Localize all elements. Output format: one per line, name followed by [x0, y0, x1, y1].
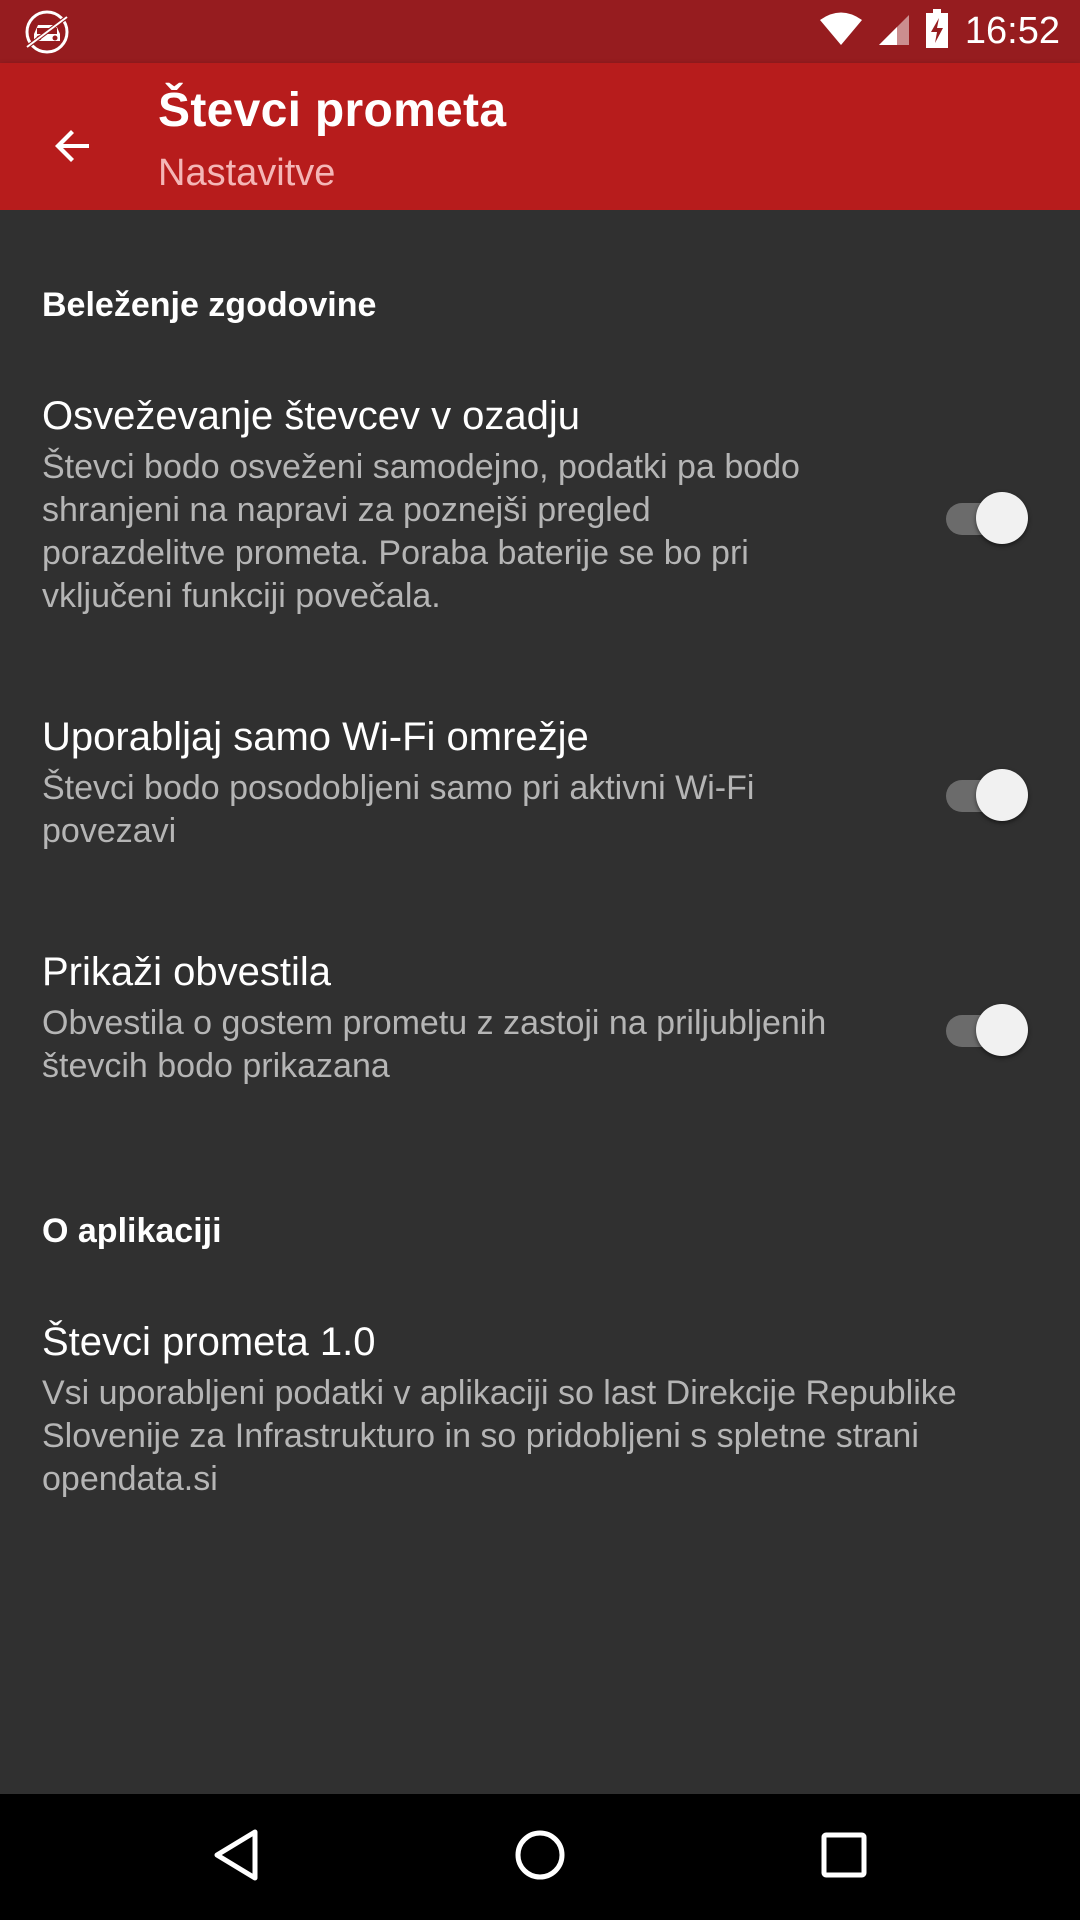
about-summary: Vsi uporabljeni podatki v aplikaciji so … [42, 1374, 957, 1498]
pref-wifi-only[interactable]: Uporabljaj samo Wi-Fi omrežje Števci bod… [0, 715, 1080, 855]
recents-square-icon [820, 1831, 868, 1884]
cell-signal-icon [877, 11, 911, 52]
home-circle-icon [513, 1828, 567, 1887]
arrow-back-icon [49, 122, 97, 175]
section-header-about: O aplikaciji [42, 1212, 222, 1250]
show-notifications-switch[interactable] [944, 998, 1030, 1058]
pref-summary: Števci bodo osveženi samodejno, podatki … [42, 448, 800, 615]
pref-summary: Obvestila o gostem prometu z zastoji na … [42, 1004, 827, 1085]
nav-home-button[interactable] [500, 1817, 580, 1897]
pref-title: Prikaži obvestila [42, 950, 332, 994]
status-bar: 16:52 [0, 0, 1080, 63]
back-triangle-icon [211, 1828, 261, 1887]
nav-back-button[interactable] [196, 1817, 276, 1897]
pref-summary: Števci bodo posodobljeni samo pri aktivn… [42, 769, 755, 850]
pref-background-refresh[interactable]: Osveževanje števcev v ozadju Števci bodo… [0, 394, 1080, 644]
app-toolbar: Števci prometa Nastavitve [0, 63, 1080, 210]
app-notification-icon [22, 8, 72, 56]
switch-thumb [976, 492, 1028, 544]
section-header-history: Beleženje zgodovine [42, 286, 377, 324]
page-title: Števci prometa [158, 84, 507, 137]
background-refresh-switch[interactable] [944, 486, 1030, 546]
battery-charging-icon [925, 9, 949, 54]
pref-title: Osveževanje števcev v ozadju [42, 394, 581, 438]
nav-recents-button[interactable] [804, 1817, 884, 1897]
about-title: Števci prometa 1.0 [42, 1320, 376, 1364]
switch-thumb [976, 769, 1028, 821]
settings-list: Beleženje zgodovine Osveževanje števcev … [0, 210, 1080, 1794]
back-button[interactable] [28, 103, 118, 193]
wifi-icon [819, 11, 863, 52]
pref-show-notifications[interactable]: Prikaži obvestila Obvestila o gostem pro… [0, 950, 1080, 1090]
wifi-only-switch[interactable] [944, 763, 1030, 823]
system-nav-bar [0, 1794, 1080, 1920]
page-subtitle: Nastavitve [158, 152, 336, 194]
status-clock: 16:52 [964, 10, 1060, 52]
pref-title: Uporabljaj samo Wi-Fi omrežje [42, 715, 589, 759]
about-app-item[interactable]: Števci prometa 1.0 Vsi uporabljeni podat… [0, 1320, 1080, 1500]
switch-thumb [976, 1004, 1028, 1056]
